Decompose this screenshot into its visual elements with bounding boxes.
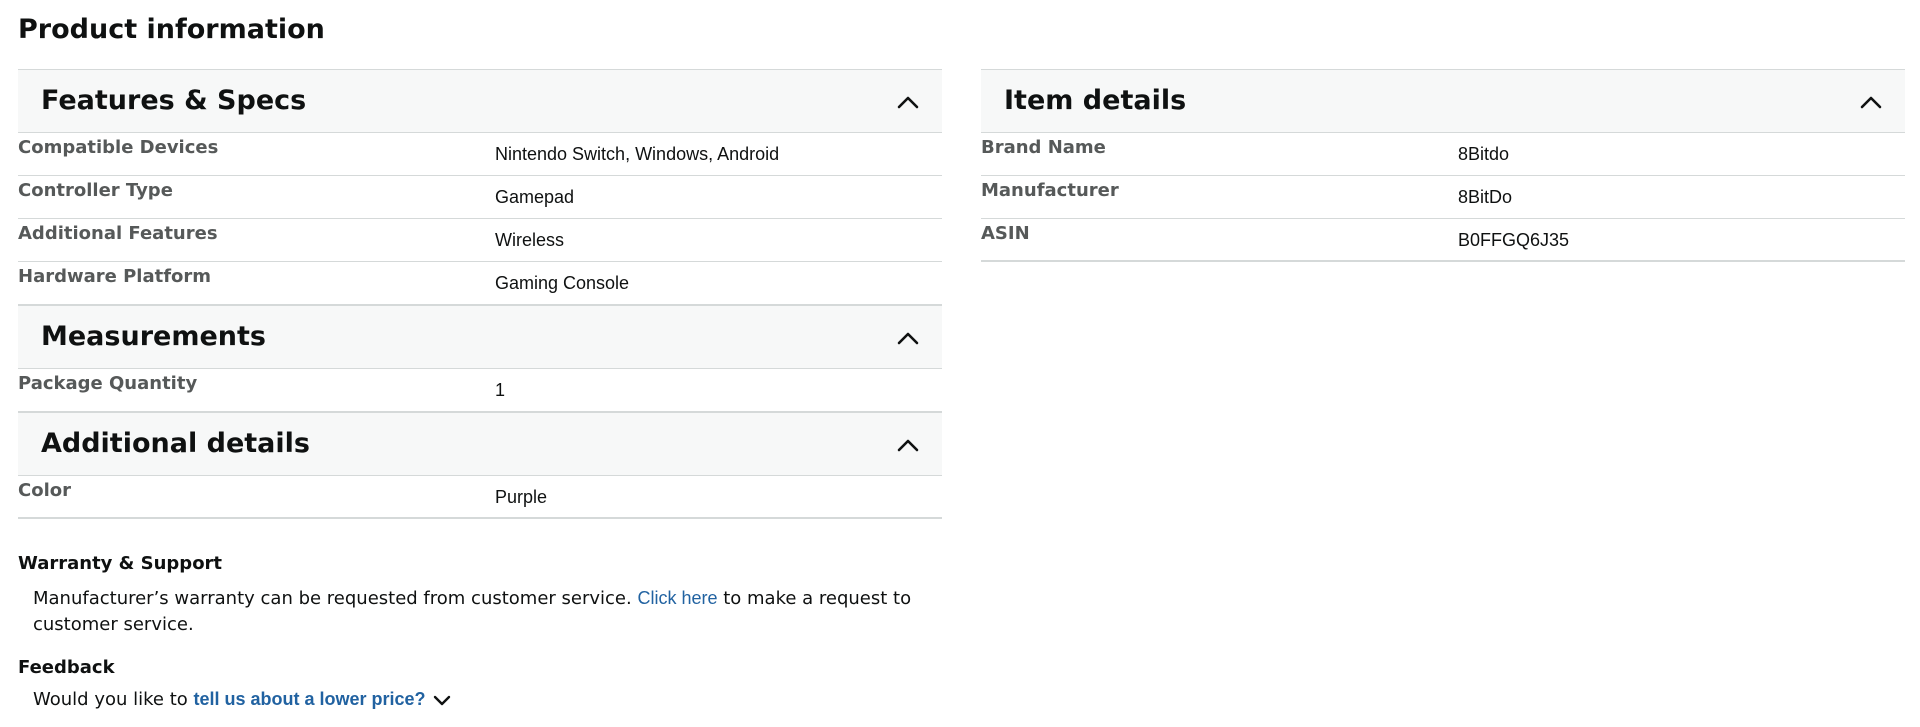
spec-value: 8BitDo [1458, 187, 1513, 207]
warranty-heading: Warranty & Support [18, 553, 223, 574]
spec-label: Manufacturer [981, 180, 1119, 201]
section-header-features-specs[interactable]: Features & Specs [18, 69, 942, 133]
feedback-text: Would you like to tell us about a lower … [33, 686, 933, 713]
page-title: Product information [18, 14, 325, 45]
spec-value: Nintendo Switch, Windows, Android [495, 144, 780, 164]
spec-row: Additional Features Wireless [18, 219, 942, 262]
spec-label: Color [18, 480, 71, 501]
section-header-item-details[interactable]: Item details [981, 69, 1905, 133]
spec-label: Package Quantity [18, 373, 198, 394]
spec-label: Brand Name [981, 137, 1106, 158]
section-title: Additional details [41, 428, 310, 459]
spec-label: Controller Type [18, 180, 173, 201]
spec-row: Controller Type Gamepad [18, 176, 942, 219]
chevron-down-icon[interactable] [432, 693, 452, 707]
chevron-up-icon[interactable] [894, 324, 922, 352]
feedback-heading: Feedback [18, 657, 115, 678]
spec-label: Hardware Platform [18, 266, 212, 287]
section-title: Measurements [41, 321, 266, 352]
feedback: Feedback Would you like to tell us about… [18, 656, 942, 713]
section-title: Features & Specs [41, 85, 307, 116]
warranty-text: Manufacturer’s warranty can be requested… [33, 585, 933, 638]
warranty-text-before: Manufacturer’s warranty can be requested… [33, 588, 638, 609]
spec-label: ASIN [981, 223, 1030, 244]
features-column: Features & Specs Compatible Devices Nint… [18, 69, 942, 519]
section-header-additional-details[interactable]: Additional details [18, 412, 942, 476]
spec-row: Color Purple [18, 476, 942, 519]
click-here-link[interactable]: Click here [637, 588, 717, 608]
spec-row: Hardware Platform Gaming Console [18, 262, 942, 305]
spec-label: Compatible Devices [18, 137, 219, 158]
warranty-support: Warranty & Support Manufacturer’s warran… [18, 552, 942, 638]
spec-row: Package Quantity 1 [18, 369, 942, 412]
spec-row: Brand Name 8Bitdo [981, 133, 1905, 176]
chevron-up-icon[interactable] [894, 431, 922, 459]
spec-row: Manufacturer 8BitDo [981, 176, 1905, 219]
spec-value: 1 [495, 380, 506, 400]
spec-value: 8Bitdo [1458, 144, 1510, 164]
section-header-measurements[interactable]: Measurements [18, 305, 942, 369]
spec-row: ASIN B0FFGQ6J35 [981, 219, 1905, 262]
spec-value: Wireless [495, 230, 565, 250]
spec-value: B0FFGQ6J35 [1458, 230, 1570, 250]
item-details-column: Item details Brand Name 8Bitdo Manufactu… [981, 69, 1905, 262]
section-title: Item details [1004, 85, 1187, 116]
chevron-up-icon[interactable] [894, 88, 922, 116]
chevron-up-icon[interactable] [1857, 88, 1885, 116]
spec-value: Gaming Console [495, 273, 630, 293]
spec-value: Gamepad [495, 187, 575, 207]
spec-value: Purple [495, 487, 548, 507]
feedback-text-before: Would you like to [33, 689, 194, 710]
lower-price-link[interactable]: tell us about a lower price? [193, 689, 425, 709]
spec-row: Compatible Devices Nintendo Switch, Wind… [18, 133, 942, 176]
spec-label: Additional Features [18, 223, 218, 244]
